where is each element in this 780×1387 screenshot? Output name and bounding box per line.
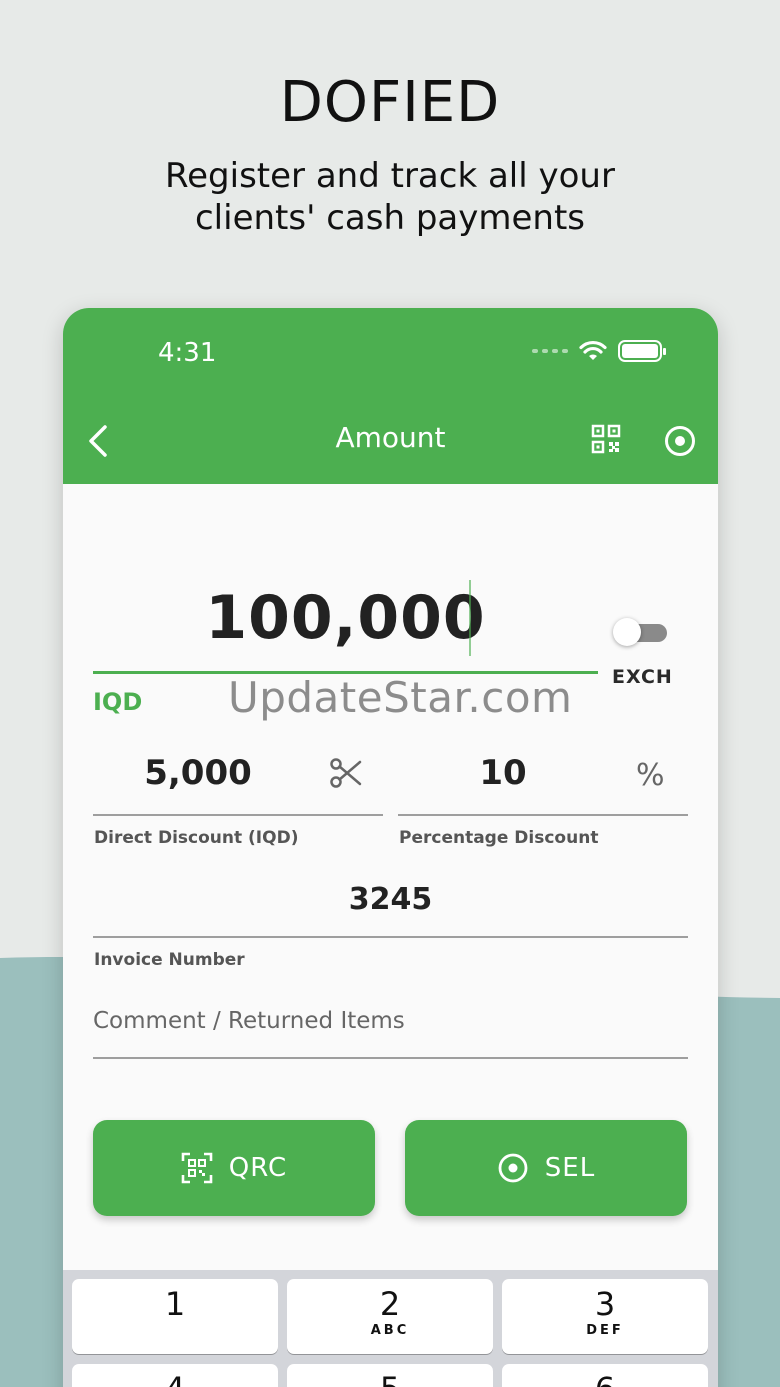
invoice-number-input[interactable]: 3245 xyxy=(93,882,688,917)
sel-button-label: SEL xyxy=(544,1153,596,1183)
promo-title: DOFIED xyxy=(279,70,501,135)
watermark: UpdateStar.com xyxy=(228,673,573,722)
percentage-discount-label: Percentage Discount xyxy=(399,828,599,848)
percentage-discount-underline xyxy=(398,814,688,816)
key-1[interactable]: 1 xyxy=(72,1279,278,1354)
scissors-icon[interactable] xyxy=(329,756,363,790)
qrc-button-label: QRC xyxy=(228,1153,288,1183)
currency-label: IQD xyxy=(93,688,143,716)
wifi-icon xyxy=(579,340,607,360)
qr-scan-icon xyxy=(181,1152,213,1184)
app-bar: 4:31 Amount xyxy=(63,308,718,484)
key-2[interactable]: 2 ABC xyxy=(287,1279,493,1354)
direct-discount-underline xyxy=(93,814,383,816)
key-5[interactable]: 5 xyxy=(287,1364,493,1387)
target-icon[interactable] xyxy=(663,424,697,458)
target-icon xyxy=(498,1153,528,1183)
battery-icon xyxy=(618,340,666,362)
key-number: 6 xyxy=(502,1370,708,1387)
amount-input[interactable]: 100,000 xyxy=(93,583,598,653)
key-3[interactable]: 3 DEF xyxy=(502,1279,708,1354)
direct-discount-label: Direct Discount (IQD) xyxy=(94,828,299,848)
exchange-label: EXCH xyxy=(612,666,673,688)
key-number: 1 xyxy=(164,1285,186,1323)
signal-icon xyxy=(532,349,568,353)
comment-input[interactable]: Comment / Returned Items xyxy=(93,1008,405,1034)
key-letters: DEF xyxy=(586,1323,624,1338)
text-cursor xyxy=(469,580,471,656)
status-time: 4:31 xyxy=(158,338,217,368)
percentage-discount-input[interactable]: 10 xyxy=(398,753,608,793)
numeric-keypad: 1 2 ABC 3 DEF 4 5 6 xyxy=(63,1270,718,1387)
invoice-number-label: Invoice Number xyxy=(94,950,245,970)
key-number: 4 xyxy=(72,1370,278,1387)
qr-code-icon[interactable] xyxy=(591,424,621,454)
percent-icon: % xyxy=(636,758,665,793)
promo-subtitle: Register and track all your clients' cas… xyxy=(165,156,615,238)
sel-button[interactable]: SEL xyxy=(405,1120,687,1216)
key-4[interactable]: 4 xyxy=(72,1364,278,1387)
key-number: 5 xyxy=(287,1370,493,1387)
qrc-button[interactable]: QRC xyxy=(93,1120,375,1216)
key-number: 2 xyxy=(379,1285,401,1323)
phone-screen: 4:31 Amount 100,000 IQD EXCH UpdateStar.… xyxy=(63,308,718,1387)
key-letters: ABC xyxy=(370,1323,410,1338)
direct-discount-input[interactable]: 5,000 xyxy=(93,753,303,793)
status-icons xyxy=(532,340,666,362)
comment-underline xyxy=(93,1057,688,1059)
key-number: 3 xyxy=(594,1285,616,1323)
exchange-toggle[interactable] xyxy=(613,614,667,648)
key-6[interactable]: 6 xyxy=(502,1364,708,1387)
invoice-number-underline xyxy=(93,936,688,938)
